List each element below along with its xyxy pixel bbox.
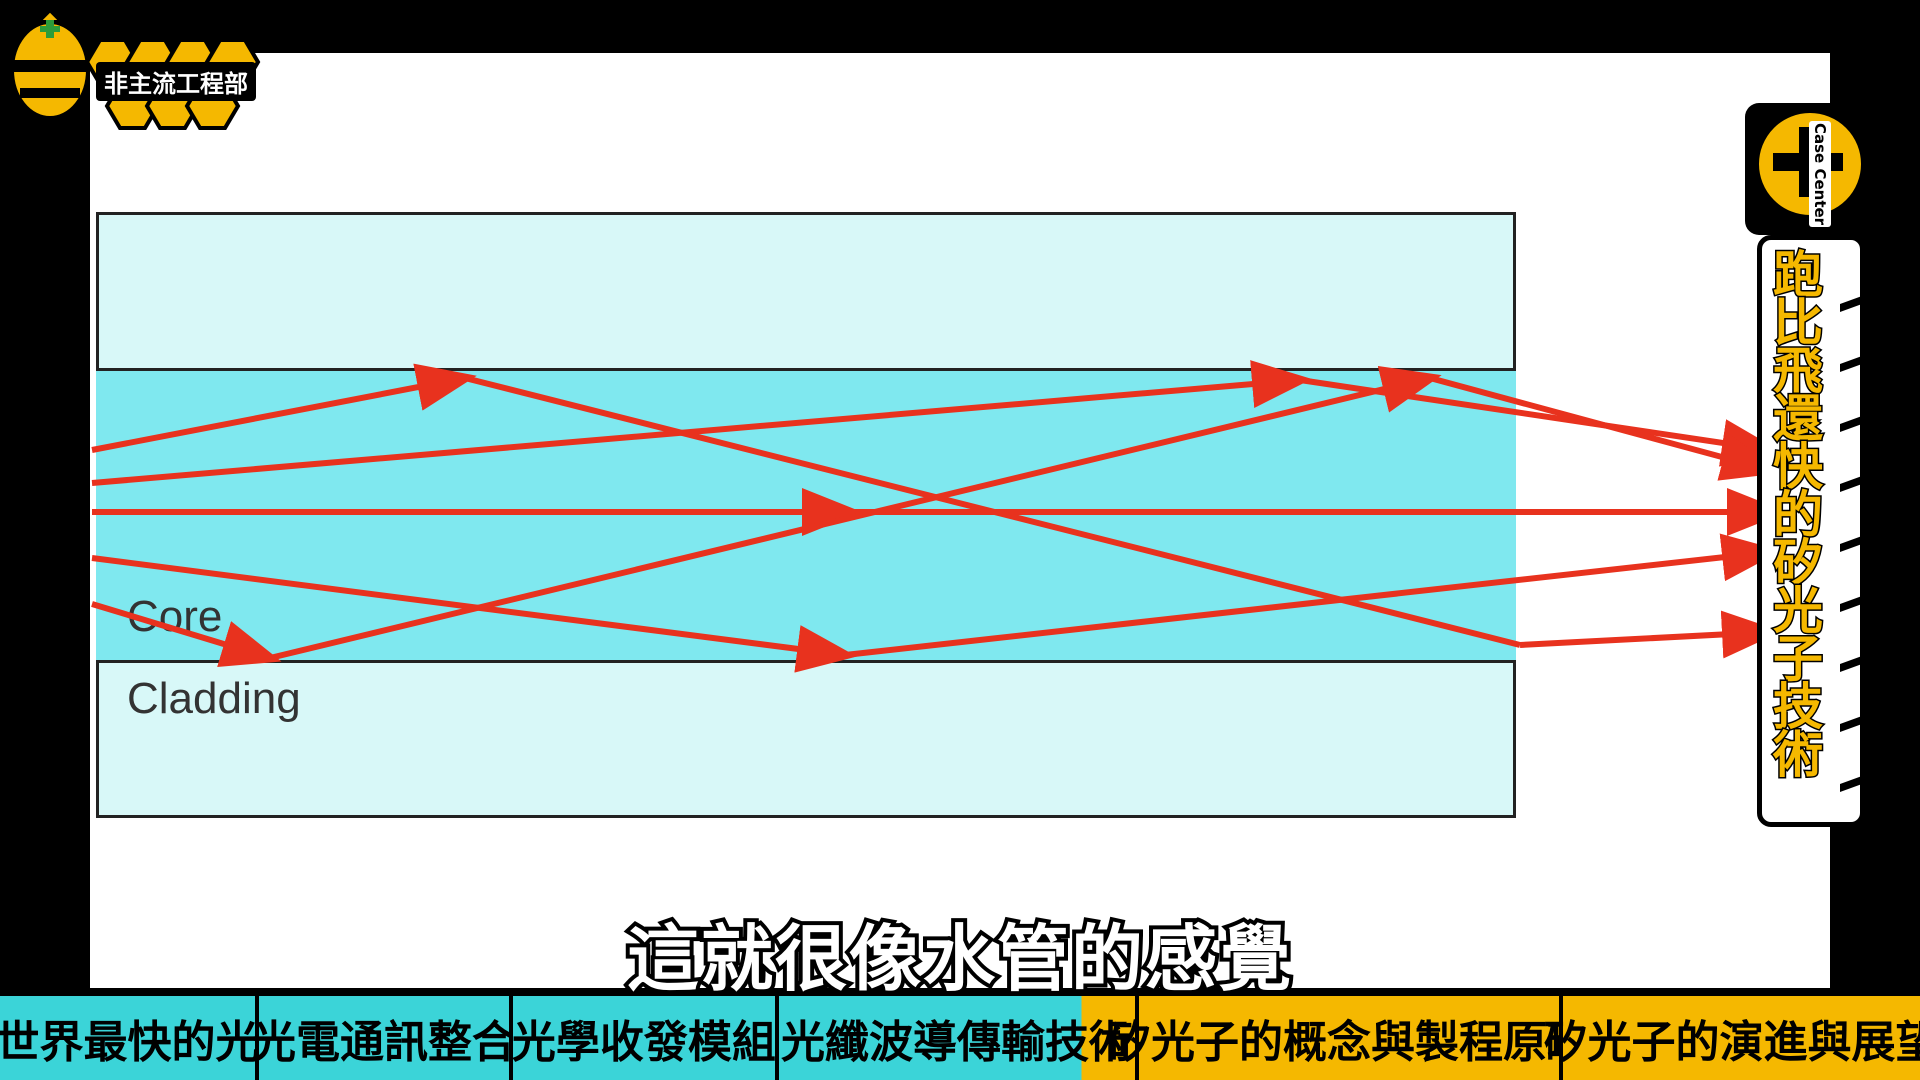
subtitle-caption: 這就很像水管的感覺 <box>623 913 1295 1005</box>
chapter-2[interactable]: 光電通訊整合 <box>252 996 516 1080</box>
chapter-3[interactable]: 光學收發模組 <box>512 996 776 1080</box>
chapter-1[interactable]: 世界最快的光 <box>0 996 260 1080</box>
ray-1c <box>1519 610 1782 659</box>
ray-2a <box>91 360 1312 486</box>
chapter-6[interactable]: 矽光子的演進與展望 <box>1543 996 1920 1080</box>
chapter-4[interactable]: 光纖波導傳輸技術 <box>778 996 1136 1080</box>
badge-text: Case Center <box>1809 121 1831 228</box>
chapter-bar: 世界最快的光 光電通訊整合 光學收發模組 光纖波導傳輸技術 矽光子的概念與製程原… <box>0 996 1920 1080</box>
chapter-5[interactable]: 矽光子的概念與製程原理 <box>1107 996 1591 1080</box>
ray-1a <box>91 363 477 453</box>
ray-4c <box>1429 375 1782 481</box>
video-frame: Core Cladding 非主流工程部 Case Center 跑比飛還快的矽… <box>0 0 1920 1080</box>
ray-4a <box>91 601 282 668</box>
vertical-banner: Case Center 跑比飛還快的矽光子技術 <box>1745 103 1867 827</box>
case-center-badge: Case Center <box>1745 103 1867 235</box>
brand-logo: 非主流工程部 <box>0 0 300 160</box>
brand-name: 非主流工程部 <box>96 62 256 101</box>
vertical-title: 跑比飛還快的矽光子技術 <box>1772 246 1825 784</box>
